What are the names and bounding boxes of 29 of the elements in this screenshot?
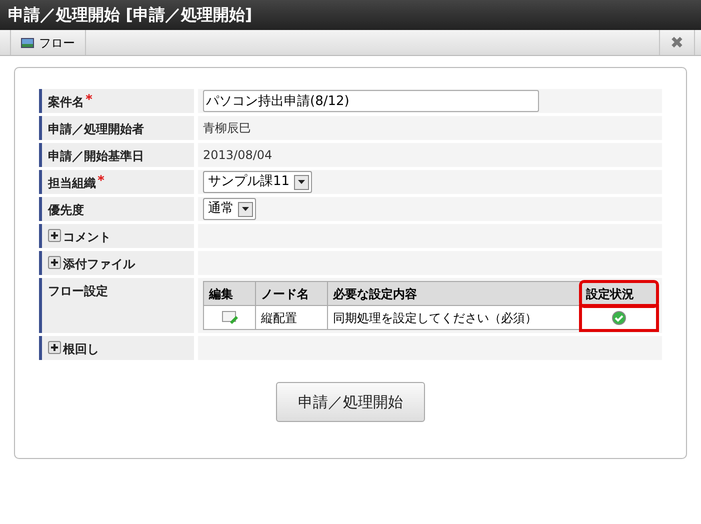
field-label: フロー設定: [39, 278, 194, 333]
plus-icon[interactable]: [48, 256, 61, 269]
required-icon: [98, 175, 104, 181]
select-field[interactable]: 通常: [203, 198, 256, 220]
submit-button[interactable]: 申請／処理開始: [276, 382, 425, 422]
image-icon: [21, 38, 34, 48]
field-label: 申請／処理開始者: [39, 116, 194, 140]
column-header: 設定状況: [580, 282, 656, 306]
column-header: 必要な設定内容: [328, 282, 580, 306]
field-label: 担当組織: [39, 170, 194, 194]
field-label: 申請／開始基準日: [39, 143, 194, 167]
field-label[interactable]: 根回し: [39, 336, 194, 360]
select-field[interactable]: サンプル課11: [203, 171, 312, 193]
field-label: 優先度: [39, 197, 194, 221]
plus-icon[interactable]: [48, 341, 61, 354]
text-field[interactable]: パソコン持出申請(8/12): [203, 90, 539, 112]
table-cell: 縦配置: [256, 306, 328, 330]
window-title-bar: 申請／処理開始 [申請／処理開始]: [0, 0, 701, 30]
field-label[interactable]: コメント: [39, 224, 194, 248]
field-label[interactable]: 添付ファイル: [39, 251, 194, 275]
flow-tab[interactable]: フロー: [10, 30, 86, 55]
close-button[interactable]: ✖: [659, 30, 695, 55]
edit-icon[interactable]: [222, 311, 238, 324]
date-text: 2013/08/04: [203, 147, 272, 164]
column-header: 編集: [204, 282, 256, 306]
required-icon: [86, 94, 92, 100]
field-label: 案件名: [39, 89, 194, 113]
value-text: 青柳辰巳: [203, 120, 251, 137]
plus-icon[interactable]: [48, 229, 61, 242]
